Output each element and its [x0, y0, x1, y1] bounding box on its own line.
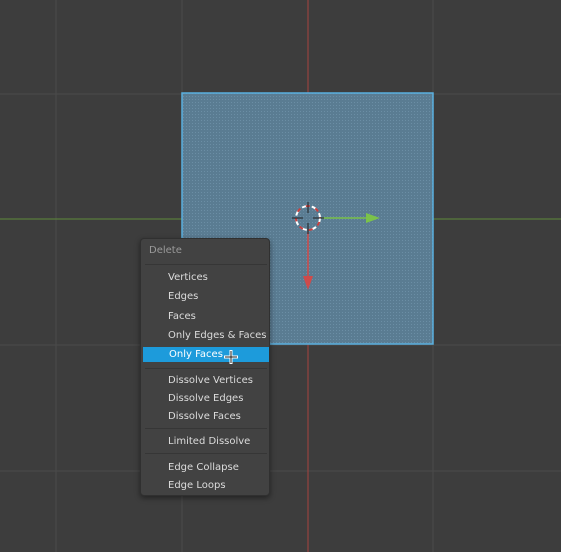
menu-item-dissolve-vertices[interactable]: Dissolve Vertices [142, 373, 269, 388]
viewport-canvas [0, 0, 561, 552]
menu-item-only-faces[interactable]: Only Faces [143, 347, 269, 362]
delete-menu: Delete Vertices Edges Faces Only Edges &… [140, 238, 270, 496]
menu-item-vertices[interactable]: Vertices [142, 270, 269, 285]
menu-item-edge-loops[interactable]: Edge Loops [142, 478, 269, 493]
menu-separator [145, 368, 267, 369]
mouse-cursor-icon [224, 350, 238, 364]
menu-item-edges[interactable]: Edges [142, 289, 269, 304]
menu-item-faces[interactable]: Faces [142, 309, 269, 324]
menu-item-dissolve-edges[interactable]: Dissolve Edges [142, 391, 269, 406]
menu-title: Delete [149, 245, 182, 256]
menu-item-edge-collapse[interactable]: Edge Collapse [142, 460, 269, 475]
menu-item-limited-dissolve[interactable]: Limited Dissolve [142, 434, 269, 449]
menu-item-dissolve-faces[interactable]: Dissolve Faces [142, 409, 269, 424]
menu-separator [145, 428, 267, 429]
3d-viewport[interactable] [0, 0, 561, 552]
menu-item-only-edges-faces[interactable]: Only Edges & Faces [142, 328, 269, 343]
menu-separator [145, 264, 267, 265]
menu-separator [145, 453, 267, 454]
